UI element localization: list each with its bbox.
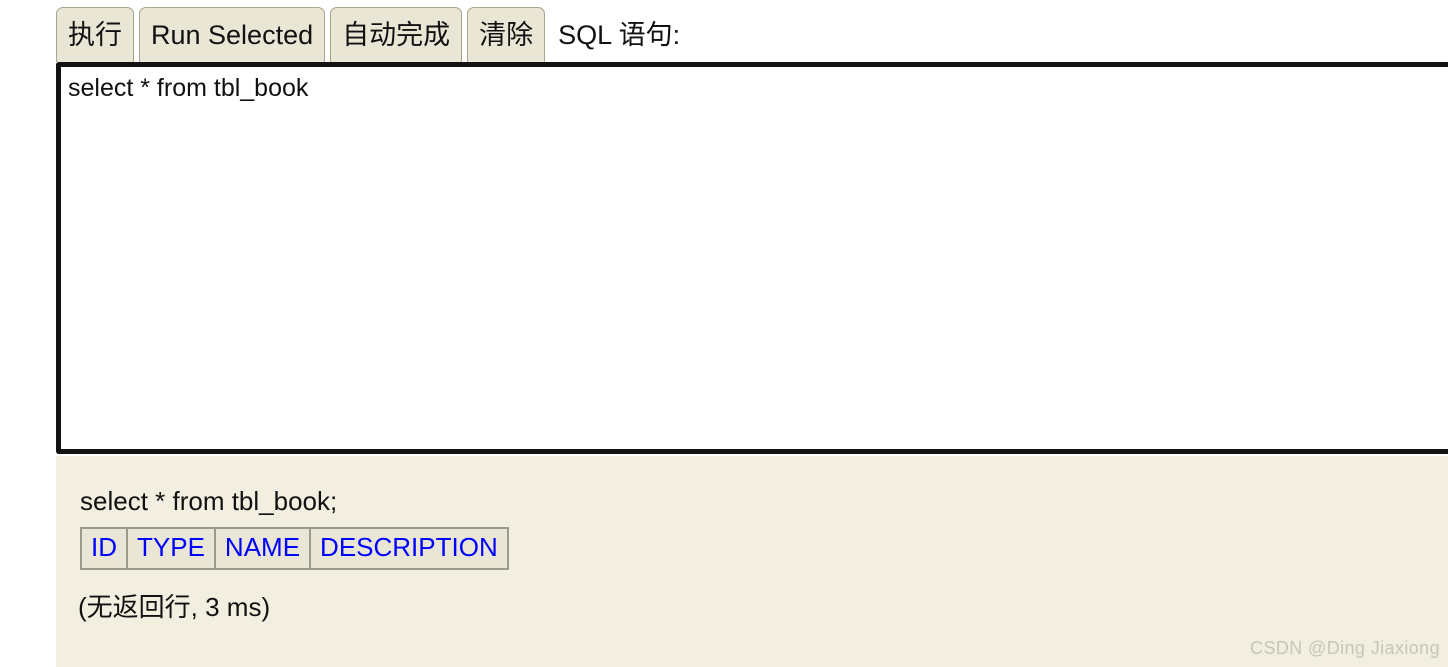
column-header-description[interactable]: DESCRIPTION (309, 527, 509, 570)
executed-query-text: select * from tbl_book; (80, 486, 338, 516)
result-table: ID TYPE NAME DESCRIPTION (80, 527, 509, 570)
sql-input[interactable] (61, 67, 1448, 449)
table-header-row: ID TYPE NAME DESCRIPTION (80, 527, 509, 570)
column-header-id[interactable]: ID (80, 527, 128, 570)
auto-complete-button[interactable]: 自动完成 (330, 7, 463, 62)
sql-editor-container[interactable] (56, 62, 1448, 454)
clear-button[interactable]: 清除 (467, 7, 546, 62)
execute-button[interactable]: 执行 (56, 7, 134, 62)
column-header-name[interactable]: NAME (213, 527, 312, 570)
column-header-type[interactable]: TYPE (126, 527, 216, 570)
run-selected-button[interactable]: Run Selected (139, 7, 326, 62)
toolbar: 执行 Run Selected 自动完成 清除 SQL 语句: (56, 5, 680, 62)
results-panel: select * from tbl_book; ID TYPE NAME DES… (56, 456, 1448, 667)
result-status-text: (无返回行, 3 ms) (78, 592, 271, 622)
csdn-watermark: CSDN @Ding Jiaxiong (1250, 638, 1440, 658)
sql-statement-label: SQL 语句: (558, 20, 681, 50)
